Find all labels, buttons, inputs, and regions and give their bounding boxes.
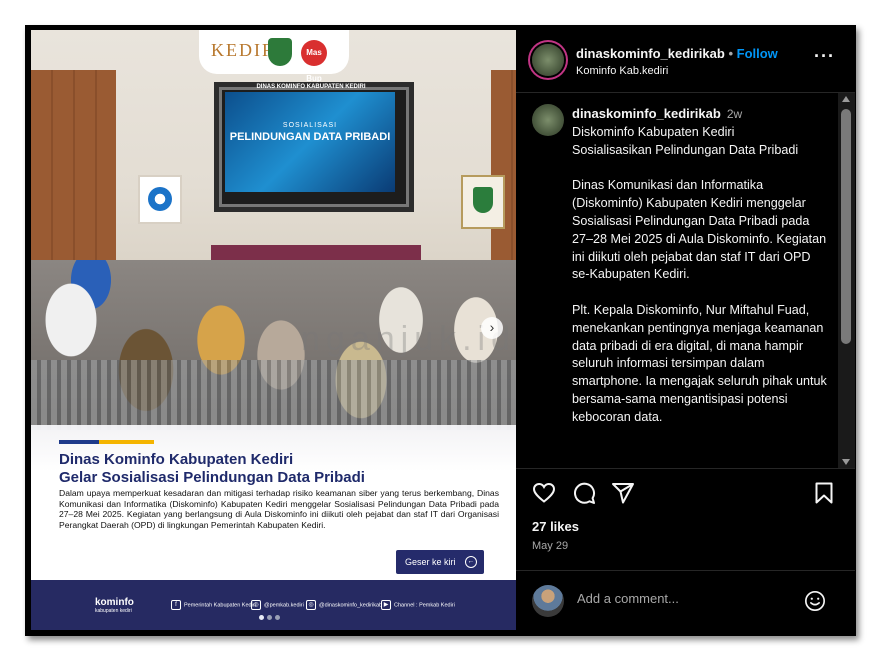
- mas-bup-logo: Mas Bup: [301, 40, 327, 83]
- chevron-right-icon[interactable]: ›: [481, 317, 503, 339]
- wood-panel-right: [491, 70, 516, 270]
- wood-panel-left: [31, 70, 116, 270]
- carousel-dot: [267, 615, 272, 620]
- carousel-dot: [259, 615, 264, 620]
- kediri-wall-emblem: [461, 175, 505, 229]
- banner-headline-2: Gelar Sosialisasi Pelindungan Data Priba…: [59, 469, 365, 486]
- caption-header: dinaskominfo_kedirikab 2w: [572, 106, 742, 121]
- more-icon[interactable]: ···: [814, 46, 835, 67]
- comment-row: Add a comment...: [516, 570, 855, 630]
- image-text-banner: Dinas Kominfo Kabupaten Kediri Gelar Sos…: [31, 425, 516, 580]
- kominfo-footer-logo-sub: kabupaten kediri: [95, 608, 132, 614]
- swipe-arrow-icon: ←: [465, 556, 477, 568]
- footer-youtube: ▶ Channel : Pemkab Kediri: [381, 600, 455, 610]
- instagram-post: KEDIRI Mas Bup SOSIALISASI PELINDUNGAN D…: [31, 30, 855, 630]
- follow-button[interactable]: Follow: [737, 46, 778, 61]
- screen-line-2: PELINDUNGAN DATA PRIBADI: [229, 131, 391, 143]
- kominfo-wall-logo: [138, 175, 182, 224]
- carousel-dots: [259, 607, 283, 625]
- caption-text: Diskominfo Kabupaten Kediri Sosialisasik…: [572, 125, 827, 424]
- post-sidebar: dinaskominfo_kedirikab • Follow Kominfo …: [516, 30, 855, 630]
- caption-avatar[interactable]: [532, 104, 564, 136]
- caption-username[interactable]: dinaskominfo_kedirikab: [572, 106, 721, 121]
- youtube-icon: ▶: [381, 600, 391, 610]
- instagram-icon: ◎: [306, 600, 316, 610]
- footer-facebook: f Pemerintah Kabupaten Kediri: [171, 600, 256, 610]
- caption-scrollbar[interactable]: [838, 93, 855, 468]
- emoji-icon[interactable]: [804, 590, 826, 612]
- likes-count[interactable]: 27 likes: [532, 519, 579, 534]
- heart-icon[interactable]: [532, 481, 556, 505]
- scrollbar-thumb[interactable]: [841, 109, 851, 344]
- accent-bar-blue: [59, 440, 99, 444]
- post-header: dinaskominfo_kedirikab • Follow Kominfo …: [516, 30, 855, 93]
- kabupaten-emblem-icon: [268, 38, 292, 66]
- carousel-dot: [275, 615, 280, 620]
- paper-plane-icon[interactable]: [611, 481, 635, 505]
- header-user: dinaskominfo_kedirikab • Follow: [576, 46, 778, 61]
- footer-instagram-2: ◎ @dinaskominfo_kedirikab: [306, 600, 382, 610]
- accent-bar-yellow: [99, 440, 154, 444]
- screen-line-1: SOSIALISASI: [282, 122, 338, 129]
- kominfo-footer-logo-text: kominfo: [95, 597, 134, 608]
- caption-area: dinaskominfo_kedirikab 2w Diskominfo Kabu…: [516, 93, 838, 468]
- caption-time: 2w: [726, 107, 743, 121]
- comment-input[interactable]: Add a comment...: [577, 591, 679, 606]
- screen-header: DINAS KOMINFO KABUPATEN KEDIRI: [256, 84, 366, 90]
- projector-screen: SOSIALISASI PELINDUNGAN DATA PRIBADI: [225, 92, 395, 192]
- header-location[interactable]: Kominfo Kab.kediri: [576, 65, 668, 77]
- post-date[interactable]: May 29: [532, 540, 568, 552]
- header-separator: •: [728, 46, 734, 61]
- viewer-avatar: [532, 585, 564, 617]
- footer-instagram-2-text: @dinaskominfo_kedirikab: [319, 602, 383, 609]
- banner-body: Dalam upaya memperkuat kesadaran dan mit…: [59, 488, 499, 530]
- footer-youtube-text: Channel : Pemkab Kediri: [394, 602, 455, 609]
- comment-icon[interactable]: [572, 481, 596, 505]
- scroll-up-icon[interactable]: [842, 96, 850, 102]
- swipe-left-label: Geser ke kiri: [405, 557, 456, 567]
- swipe-left-button: Geser ke kiri ←: [396, 550, 484, 574]
- banner-headline: Dinas Kominfo Kabupaten Kediri Gelar Sos…: [59, 451, 365, 487]
- bookmark-icon[interactable]: [812, 481, 836, 505]
- avatar[interactable]: [532, 44, 564, 76]
- banner-headline-1: Dinas Kominfo Kabupaten Kediri: [59, 451, 294, 468]
- kominfo-footer-logo: kominfo kabupaten kediri: [95, 597, 134, 614]
- chairs: [31, 360, 516, 430]
- facebook-icon: f: [171, 600, 181, 610]
- footer-facebook-text: Pemerintah Kabupaten Kediri: [184, 602, 256, 609]
- post-image[interactable]: KEDIRI Mas Bup SOSIALISASI PELINDUNGAN D…: [31, 30, 516, 630]
- header-username[interactable]: dinaskominfo_kedirikab: [576, 46, 725, 61]
- scroll-down-icon[interactable]: [842, 459, 850, 465]
